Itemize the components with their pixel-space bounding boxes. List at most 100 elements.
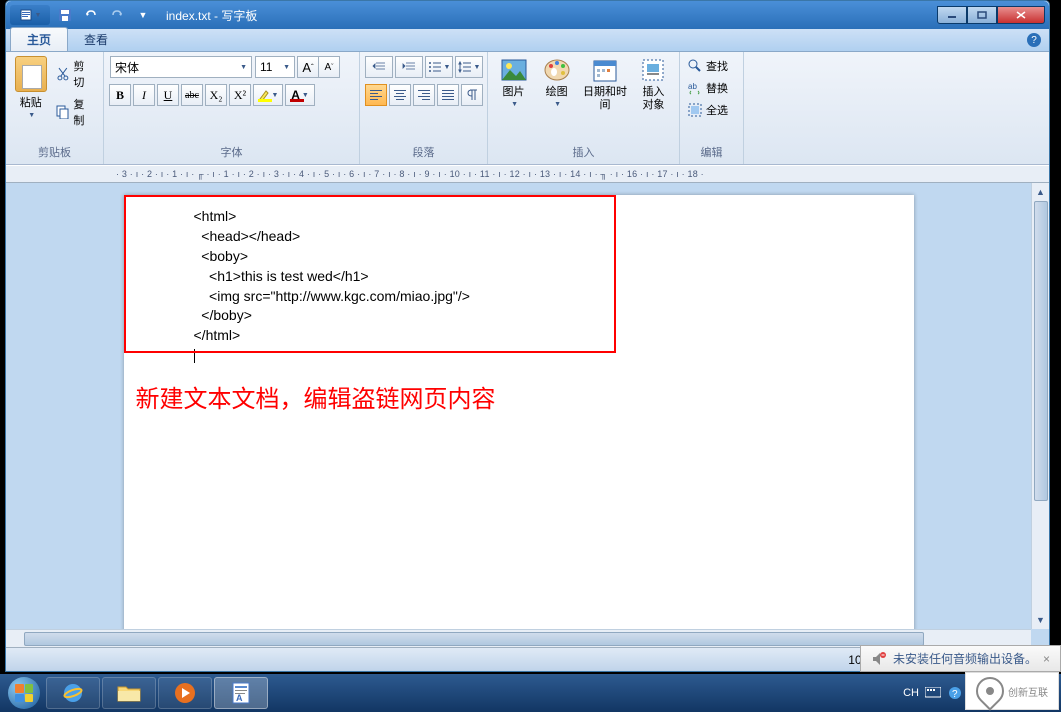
- work-area: · 3 · ı · 2 · ı · 1 · ı · ╓ · ı · 1 · ı …: [6, 166, 1049, 647]
- align-justify-button[interactable]: [437, 84, 459, 106]
- app-window: ▼ ▼ index.txt - 写字板 主页 查看 ?: [5, 0, 1050, 672]
- font-group-label: 字体: [110, 142, 353, 162]
- insert-datetime-button[interactable]: 日期和时间: [580, 56, 630, 112]
- ie-icon: [61, 681, 85, 705]
- vscroll-thumb[interactable]: [1034, 201, 1048, 501]
- paragraph-icon: [466, 89, 478, 101]
- svg-text:A: A: [236, 693, 243, 703]
- scissors-icon: [56, 67, 70, 81]
- audio-error-icon: [871, 651, 887, 667]
- task-media-player[interactable]: [158, 677, 212, 709]
- annotation-box: [124, 195, 616, 353]
- hscroll-thumb[interactable]: [24, 632, 924, 646]
- align-left-button[interactable]: [365, 84, 387, 106]
- paragraph-dialog-button[interactable]: [461, 84, 483, 106]
- tab-home[interactable]: 主页: [10, 27, 68, 51]
- bullets-button[interactable]: ▼: [425, 56, 453, 78]
- ime-indicator[interactable]: CH: [903, 687, 919, 699]
- insert-picture-button[interactable]: 图片▼: [494, 56, 533, 108]
- undo-icon[interactable]: [80, 5, 102, 25]
- group-paragraph: ▼ ▼ 段落: [360, 52, 488, 164]
- window-title: index.txt - 写字板: [166, 7, 257, 24]
- replace-icon: ab: [688, 81, 702, 95]
- bullets-icon: [428, 61, 442, 73]
- scroll-up-icon[interactable]: ▲: [1032, 183, 1049, 201]
- indent-button[interactable]: [395, 56, 423, 78]
- ribbon: 粘贴 ▼ 剪切 复制 剪贴板 宋体▼: [6, 52, 1049, 165]
- select-all-button[interactable]: 全选: [686, 100, 730, 120]
- edit-group-label: 编辑: [686, 142, 737, 162]
- title-bar: ▼ ▼ index.txt - 写字板: [6, 1, 1049, 29]
- taskbar: A CH ? ▴: [0, 674, 1061, 712]
- outdent-icon: [372, 61, 386, 73]
- task-explorer[interactable]: [102, 677, 156, 709]
- shrink-font-button[interactable]: Aˇ: [318, 56, 340, 78]
- italic-button[interactable]: I: [133, 84, 155, 106]
- copy-button[interactable]: 复制: [54, 94, 97, 130]
- vertical-scrollbar[interactable]: ▲▼: [1031, 183, 1049, 629]
- group-clipboard: 粘贴 ▼ 剪切 复制 剪贴板: [6, 52, 104, 164]
- redo-icon[interactable]: [106, 5, 128, 25]
- underline-button[interactable]: U: [157, 84, 179, 106]
- keyboard-icon[interactable]: [925, 685, 941, 701]
- object-icon: [639, 56, 667, 84]
- document-page[interactable]: <html> <head></head> <boby> <h1>this is …: [124, 195, 914, 647]
- task-wordpad[interactable]: A: [214, 677, 268, 709]
- insert-group-label: 插入: [494, 142, 673, 162]
- watermark-logo-icon: [970, 671, 1010, 711]
- clipboard-group-label: 剪贴板: [12, 142, 97, 162]
- svg-text:?: ?: [952, 689, 958, 700]
- align-center-button[interactable]: [389, 84, 411, 106]
- svg-text:ab: ab: [688, 82, 697, 91]
- font-color-button[interactable]: A▼: [285, 84, 315, 106]
- app-menu-button[interactable]: ▼: [10, 5, 50, 25]
- notif-close-icon[interactable]: ×: [1043, 652, 1050, 666]
- replace-button[interactable]: ab替换: [686, 78, 730, 98]
- group-edit: 查找 ab替换 全选 编辑: [680, 52, 744, 164]
- horizontal-ruler[interactable]: · 3 · ı · 2 · ı · 1 · ı · ╓ · ı · 1 · ı …: [6, 166, 1049, 183]
- line-spacing-icon: [458, 61, 472, 73]
- indent-icon: [402, 61, 416, 73]
- grow-font-button[interactable]: Aˆ: [297, 56, 319, 78]
- help-icon[interactable]: ?: [1027, 33, 1041, 47]
- insert-object-button[interactable]: 插入 对象: [634, 56, 673, 112]
- font-size-select[interactable]: 11▼: [255, 56, 295, 78]
- help-tray-icon[interactable]: ?: [947, 685, 963, 701]
- strikethrough-button[interactable]: abc: [181, 84, 203, 106]
- highlight-color-button[interactable]: ▼: [253, 84, 283, 106]
- watermark: 创新互联: [965, 672, 1059, 710]
- qat-customize-icon[interactable]: ▼: [132, 5, 154, 25]
- paste-button[interactable]: 粘贴 ▼: [12, 56, 50, 119]
- font-family-select[interactable]: 宋体▼: [110, 56, 252, 78]
- paragraph-group-label: 段落: [366, 142, 481, 162]
- cut-button[interactable]: 剪切: [54, 56, 97, 92]
- start-button[interactable]: [4, 676, 44, 710]
- annotation-text: 新建文本文档，编辑盗链网页内容: [136, 379, 914, 414]
- paint-icon: [543, 56, 571, 84]
- audio-notification[interactable]: 未安装任何音频输出设备。 ×: [860, 645, 1061, 672]
- ribbon-tabs: 主页 查看 ?: [6, 29, 1049, 52]
- bold-button[interactable]: B: [109, 84, 131, 106]
- task-ie[interactable]: [46, 677, 100, 709]
- group-font: 宋体▼ 11▼ Aˆ Aˇ B I U abc X₂ X² ▼ A▼: [104, 52, 360, 164]
- group-insert: 图片▼ 绘图▼ 日期和时间 插入 对象 插入: [488, 52, 680, 164]
- tab-view[interactable]: 查看: [68, 28, 124, 51]
- outdent-button[interactable]: [365, 56, 393, 78]
- align-right-button[interactable]: [413, 84, 435, 106]
- wordpad-icon: A: [231, 682, 251, 704]
- page-scroll-container[interactable]: <html> <head></head> <boby> <h1>this is …: [6, 183, 1031, 647]
- minimize-button[interactable]: [937, 6, 967, 24]
- maximize-button[interactable]: [967, 6, 997, 24]
- subscript-button[interactable]: X₂: [205, 84, 227, 106]
- calendar-icon: [591, 56, 619, 84]
- copy-icon: [56, 105, 70, 119]
- find-button[interactable]: 查找: [686, 56, 730, 76]
- line-spacing-button[interactable]: ▼: [455, 56, 483, 78]
- save-icon[interactable]: [54, 5, 76, 25]
- windows-logo-icon: [8, 677, 40, 709]
- insert-paint-button[interactable]: 绘图▼: [537, 56, 576, 108]
- superscript-button[interactable]: X²: [229, 84, 251, 106]
- scroll-down-icon[interactable]: ▼: [1032, 611, 1049, 629]
- select-all-icon: [688, 103, 702, 117]
- close-button[interactable]: [997, 6, 1045, 24]
